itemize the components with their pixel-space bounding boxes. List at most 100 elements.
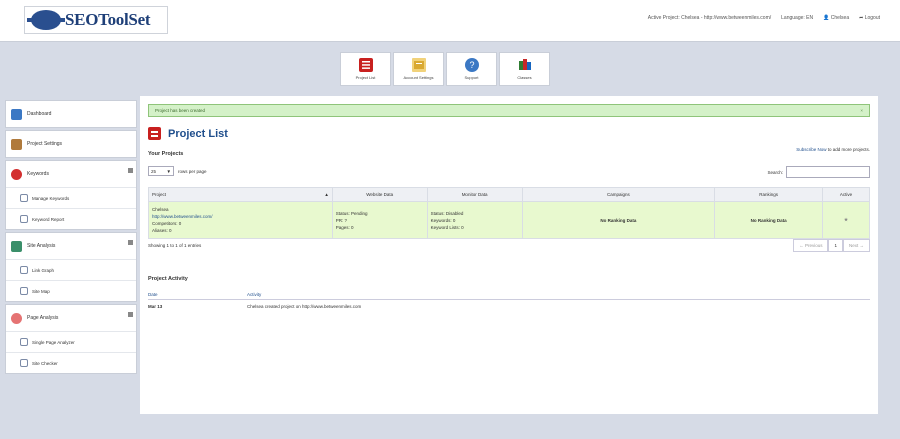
- sidebar-item-label: Page Analysis: [27, 315, 59, 321]
- logo-icon: [27, 10, 65, 30]
- logo[interactable]: SEOToolSet: [24, 6, 168, 34]
- support-button[interactable]: ? Support: [446, 52, 497, 86]
- projects-table: Project ▲ Website Data Monitor Data Campa…: [148, 187, 870, 239]
- page-1-button[interactable]: 1: [828, 239, 843, 252]
- help-icon: ?: [464, 58, 479, 72]
- sidebar-group-project-settings: Project Settings: [5, 130, 137, 158]
- activity-text-header[interactable]: Activity: [247, 292, 261, 297]
- sidebar-group-dashboard: Dashboard: [5, 100, 137, 128]
- col-campaigns[interactable]: Campaigns: [521, 187, 716, 202]
- collapse-icon[interactable]: [128, 240, 133, 245]
- activity-text: Chelsea created project on http://www.be…: [247, 304, 362, 309]
- chevron-down-icon: ▼: [166, 169, 171, 174]
- classes-icon: [518, 59, 531, 70]
- rows-value: 25: [151, 169, 157, 174]
- project-name: Chelsea: [152, 207, 169, 212]
- activity-header-row: Date Activity: [148, 292, 870, 300]
- alert-text: Project has been created: [155, 108, 206, 113]
- sidebar-item-label: Project Settings: [27, 141, 63, 147]
- search-input[interactable]: [786, 166, 870, 178]
- success-alert: Project has been created ×: [148, 104, 870, 117]
- table-row[interactable]: Chelsea http://www.betweenmiles.com/ Com…: [148, 201, 870, 239]
- toolbar: Project List Account Settings ? Support …: [340, 52, 550, 86]
- rows-per-page: 25 ▼ rows per page: [148, 166, 207, 176]
- sidebar: Dashboard Project Settings Keywords Mana…: [5, 100, 137, 376]
- search-box: Search:: [767, 166, 870, 178]
- project-url-link[interactable]: http://www.betweenmiles.com/: [152, 213, 329, 220]
- project-cell: Chelsea http://www.betweenmiles.com/ Com…: [148, 201, 333, 239]
- collapse-icon[interactable]: [128, 168, 133, 173]
- sidebar-item-keyword-report[interactable]: Keyword Report: [6, 208, 136, 229]
- sidebar-item-label: Dashboard: [27, 111, 52, 117]
- sidebar-item-site-checker[interactable]: Site Checker: [6, 352, 136, 373]
- rows-label: rows per page: [178, 168, 207, 174]
- sidebar-item-project-settings[interactable]: Project Settings: [6, 131, 136, 157]
- col-monitor-data[interactable]: Monitor Data: [426, 187, 523, 202]
- project-competitors: Competitors: 0: [152, 221, 182, 226]
- page-header: Project List: [148, 127, 228, 140]
- active-star-icon[interactable]: ★: [822, 201, 870, 239]
- previous-button[interactable]: ← Previous: [793, 239, 829, 252]
- account-settings-button[interactable]: Account Settings: [393, 52, 444, 86]
- sidebar-item-page-analysis[interactable]: Page Analysis: [6, 305, 136, 331]
- subscribe-note: Subscribe Now to add more projects.: [796, 147, 870, 152]
- activity-date: Mar 13: [148, 304, 163, 309]
- monitor-keywords: Keywords: 0: [430, 217, 456, 223]
- sidebar-item-label: Keywords: [27, 171, 49, 177]
- user-name: Chelsea: [830, 15, 850, 21]
- col-active[interactable]: Active: [822, 187, 870, 202]
- sort-icon: ▲: [324, 192, 329, 197]
- sidebar-group-page-analysis: Page Analysis Single Page Analyzer Site …: [5, 304, 137, 374]
- close-icon[interactable]: ×: [860, 108, 863, 113]
- search-label: Search:: [767, 169, 783, 175]
- col-website-data[interactable]: Website Data: [331, 187, 428, 202]
- next-button[interactable]: Next →: [842, 239, 870, 252]
- site-analysis-icon: [11, 240, 22, 252]
- gear-icon: [20, 194, 28, 202]
- sidebar-item-label: Site Checker: [32, 360, 58, 366]
- sidebar-item-label: Manage Keywords: [32, 195, 70, 201]
- website-data-cell: Status: Pending PR: ? Pages: 0: [331, 201, 428, 239]
- collapse-icon[interactable]: [128, 312, 133, 317]
- sidebar-item-dashboard[interactable]: Dashboard: [6, 101, 136, 127]
- sidebar-item-site-analysis[interactable]: Site Analysis: [6, 233, 136, 259]
- classes-button[interactable]: Classes: [499, 52, 550, 86]
- classes-label: Classes: [517, 75, 532, 80]
- user-link[interactable]: 👤 Chelsea: [823, 15, 849, 21]
- magnifier-icon: [11, 312, 22, 324]
- your-projects-heading: Your Projects: [148, 151, 184, 157]
- page-title: Project List: [168, 127, 228, 140]
- campaigns-cell: No Ranking Data: [521, 201, 716, 239]
- sidebar-item-keywords[interactable]: Keywords: [6, 161, 136, 187]
- sidebar-item-single-page-analyzer[interactable]: Single Page Analyzer: [6, 331, 136, 352]
- sidebar-group-site-analysis: Site Analysis Link Graph Site Map: [5, 232, 137, 302]
- col-project-label: Project: [152, 192, 167, 197]
- website-pr: PR: ?: [335, 217, 348, 223]
- support-label: Support: [464, 75, 479, 80]
- activity-heading: Project Activity: [148, 276, 188, 282]
- sidebar-group-keywords: Keywords Manage Keywords Keyword Report: [5, 160, 137, 230]
- language-dropdown[interactable]: Language: EN: [781, 15, 813, 21]
- sidebar-item-manage-keywords[interactable]: Manage Keywords: [6, 187, 136, 208]
- website-pages: Pages: 0: [335, 224, 354, 230]
- tools-icon: [11, 138, 22, 150]
- monitor-data-cell: Status: Disabled Keywords: 0 Keyword Lis…: [426, 201, 523, 239]
- col-project[interactable]: Project ▲: [148, 187, 333, 202]
- svg-text:?: ?: [469, 60, 474, 70]
- top-bar: SEOToolSet Active Project: Chelsea - htt…: [0, 0, 900, 42]
- sidebar-item-label: Site Map: [32, 288, 50, 294]
- subscribe-link[interactable]: Subscribe Now: [796, 147, 826, 152]
- website-status: Status: Pending: [335, 210, 368, 216]
- monitor-keyword-lists: Keyword Lists: 0: [430, 224, 464, 230]
- monitor-status: Status: Disabled: [430, 210, 464, 216]
- activity-date-header[interactable]: Date: [148, 292, 158, 297]
- checker-icon: [20, 359, 28, 367]
- rows-per-page-select[interactable]: 25 ▼: [148, 166, 174, 176]
- col-rankings[interactable]: Rankings: [714, 187, 824, 202]
- sidebar-item-site-map[interactable]: Site Map: [6, 280, 136, 301]
- sidebar-item-link-graph[interactable]: Link Graph: [6, 259, 136, 280]
- active-project-dropdown[interactable]: Active Project: Chelsea - http://www.bet…: [648, 15, 771, 21]
- project-list-button[interactable]: Project List: [340, 52, 391, 86]
- logout-label: Logout: [864, 15, 880, 21]
- logout-link[interactable]: ➦ Logout: [859, 15, 880, 21]
